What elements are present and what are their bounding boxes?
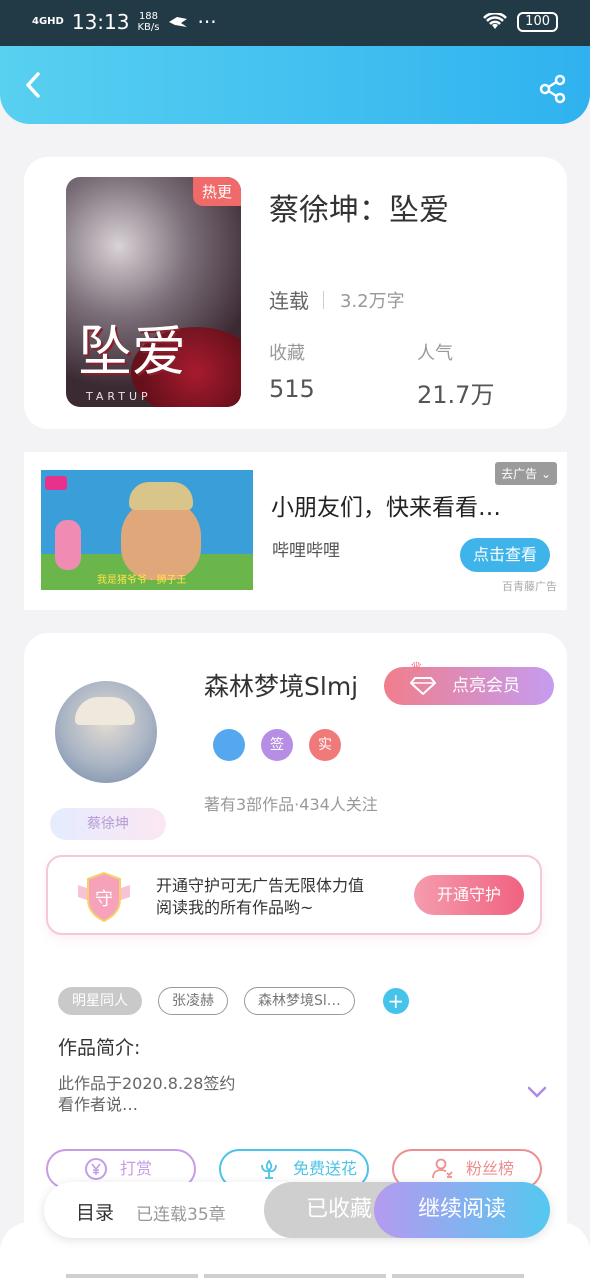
cover-title-art: 坠爱 (78, 320, 186, 383)
stat-label: 人气 (417, 343, 453, 364)
nav-handle (392, 1274, 524, 1278)
book-cover[interactable]: 坠爱 TARTUP 热更 (66, 177, 241, 407)
hot-update-badge: 热更 (192, 177, 241, 206)
continue-reading-button[interactable]: 继续阅读 (374, 1182, 550, 1238)
ad-image-caption: 我是猪爷爷 · 狮子王 (97, 575, 187, 586)
remove-ad-label: 去广告 (501, 467, 538, 481)
stat-label: 收藏 (269, 343, 305, 364)
nav-handle (204, 1274, 386, 1278)
diamond-icon (410, 677, 436, 695)
bilibili-logo-icon (45, 476, 67, 490)
author-badges: 签 实 (213, 729, 341, 761)
stat-popularity: 人气 21.7万 (417, 339, 494, 410)
word-count: 3.2万字 (340, 290, 405, 312)
phone-verified-icon (213, 729, 245, 761)
share-icon[interactable] (538, 74, 568, 104)
avatar-cap (75, 697, 135, 725)
wifi-icon (483, 13, 508, 29)
author-meta: 著有3部作品·434人关注 (204, 795, 378, 814)
vip-button-label: 点亮会员 (452, 676, 520, 696)
book-status-row: 连载 3.2万字 (269, 285, 405, 314)
intro-text: 此作品于2020.8.28签约 看作者说… (58, 1073, 235, 1115)
guard-shield-char: 守 (95, 889, 113, 910)
avatar[interactable] (55, 681, 157, 783)
ad-banner[interactable]: 我是猪爷爷 · 狮子王 小朋友们，快来看看… 哔哩哔哩 点击查看 去广告 ⌄ 百… (24, 452, 567, 610)
guard-banner[interactable]: 守 开通守护可无广告无限体力值 阅读我的所有作品哟~ 开通守护 (46, 855, 542, 935)
divider (323, 290, 324, 309)
tag-item[interactable]: 森林梦境Sl… (244, 987, 355, 1015)
fans-ranking-label: 粉丝榜 (466, 1159, 515, 1178)
signal-icon: 4GHD (32, 16, 64, 27)
book-title: 蔡徐坤：坠爱 (269, 193, 449, 228)
fan-tag: 蔡徐坤 (50, 808, 166, 840)
hat-shape (129, 482, 193, 510)
stat-value: 515 (269, 375, 315, 403)
ad-title[interactable]: 小朋友们，快来看看… (271, 488, 501, 522)
ad-source: 哔哩哔哩 (272, 541, 340, 561)
intro-line1: 此作品于2020.8.28签约 (58, 1074, 236, 1093)
cover-bottom-text: TARTUP (86, 390, 152, 403)
ad-brand: 百青藤广告 (502, 580, 557, 593)
stat-value: 21.7万 (417, 381, 495, 409)
stat-favorites: 收藏 515 (269, 339, 315, 403)
guard-text: 开通守护可无广告无限体力值 阅读我的所有作品哟~ (156, 875, 364, 919)
guard-text-line2: 阅读我的所有作品哟~ (156, 898, 314, 917)
more-status-icon: ··· (197, 10, 217, 34)
chevron-down-icon: ⌄ (540, 467, 551, 481)
back-arrow-icon[interactable] (20, 70, 48, 100)
catalog-button[interactable]: 目录 (76, 1198, 114, 1225)
speed-unit: KB/s (137, 22, 160, 33)
expand-chevron-icon[interactable] (527, 1085, 547, 1099)
yen-icon (85, 1158, 107, 1180)
header-bar (0, 46, 590, 124)
battery-icon: 100 (517, 12, 558, 32)
open-guard-button[interactable]: 开通守护 (414, 875, 524, 915)
notification-icon (169, 17, 188, 27)
bottom-action-bar: 目录 已连载35章 已收藏 继续阅读 (44, 1182, 550, 1238)
signed-icon: 签 (261, 729, 293, 761)
ad-image[interactable]: 我是猪爷爷 · 狮子王 (41, 470, 253, 590)
real-name-icon: 实 (309, 729, 341, 761)
ad-view-button[interactable]: 点击查看 (460, 538, 550, 572)
network-speed: 188 KB/s (137, 11, 159, 33)
book-info-card: 坠爱 TARTUP 热更 蔡徐坤：坠爱 连载 3.2万字 收藏 515 人气 2… (24, 157, 567, 429)
tag-item[interactable]: 明星同人 (58, 987, 142, 1015)
intro-line2: 看作者说… (58, 1095, 139, 1114)
speed-value: 188 (138, 11, 159, 22)
author-name[interactable]: 森林梦境Slmj (204, 667, 358, 703)
intro-heading: 作品简介: (58, 1037, 141, 1059)
reward-label: 打赏 (120, 1159, 153, 1178)
guard-text-line1: 开通守护可无广告无限体力值 (156, 876, 365, 895)
send-flower-label: 免费送花 (293, 1159, 358, 1178)
status-bar: 4GHD 13:13 188 KB/s ··· 100 (0, 0, 590, 46)
tag-item[interactable]: 张凌赫 (158, 987, 228, 1015)
status-time: 13:13 (71, 10, 130, 34)
tag-list: 明星同人 张凌赫 森林梦境Sl… + (58, 987, 409, 1015)
nav-handle (66, 1274, 198, 1278)
vip-button[interactable]: ♛ 点亮会员 (384, 660, 554, 705)
guard-shield-icon: 守 (78, 871, 130, 923)
flower-icon (261, 1159, 277, 1179)
remove-ad-button[interactable]: 去广告 ⌄ (495, 462, 557, 485)
add-tag-button[interactable]: + (382, 988, 409, 1014)
fans-icon (432, 1158, 453, 1179)
grandpa-pig-figure (121, 500, 201, 580)
peppa-figure (55, 520, 81, 570)
serial-status: 连载 (269, 289, 309, 313)
chapter-count: 已连载35章 (136, 1205, 226, 1225)
